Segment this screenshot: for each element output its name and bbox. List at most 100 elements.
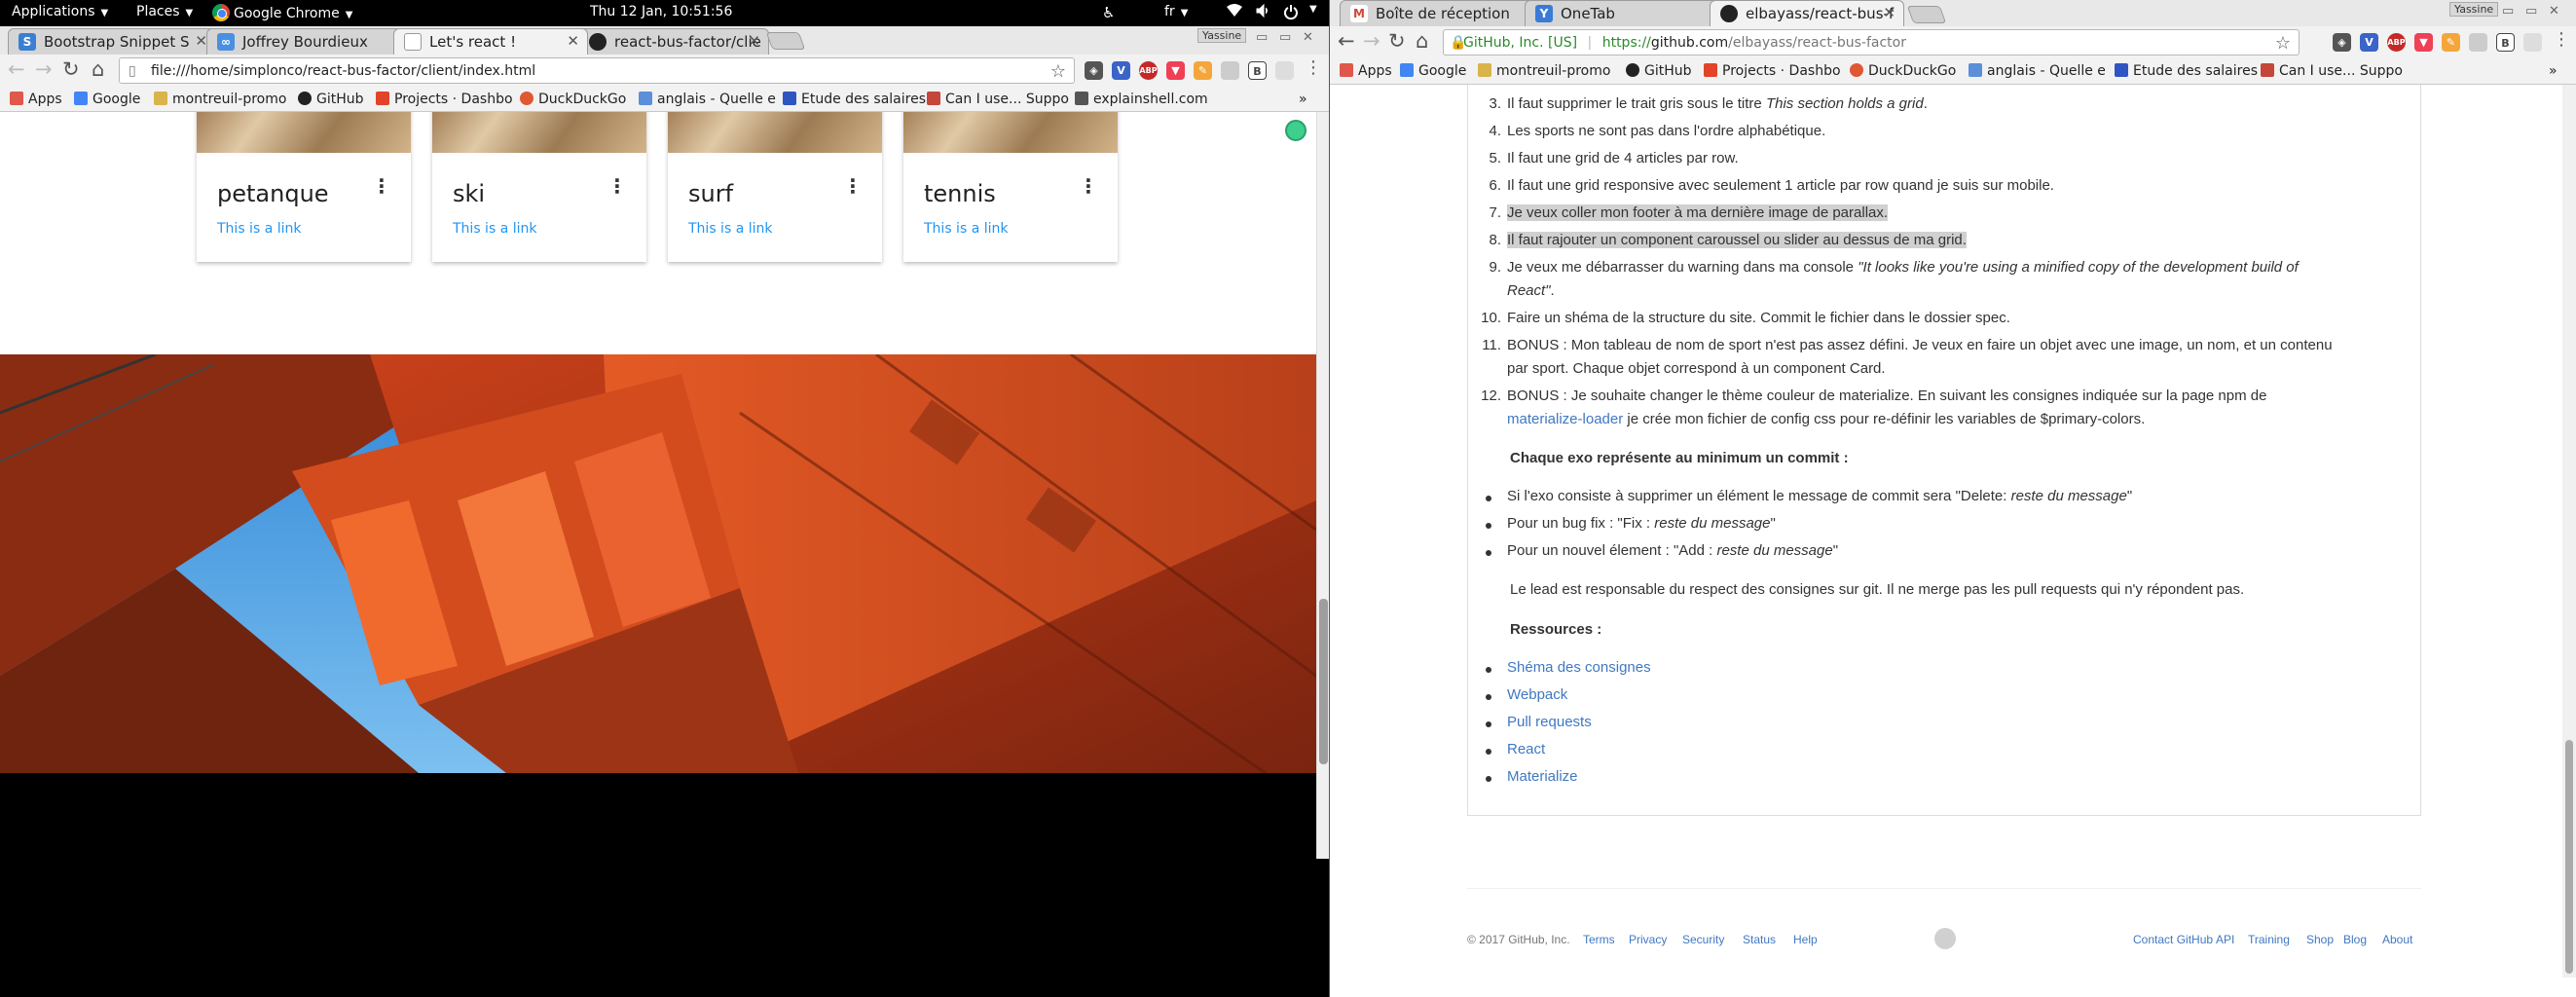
bookmark-montreuil[interactable]: montreuil-promo	[1478, 63, 1610, 79]
tab-onetab[interactable]: Y OneTab ✕	[1525, 0, 1731, 26]
reload-button[interactable]: ↻	[62, 57, 80, 81]
bookmark-caniuse[interactable]: Can I use... Suppo	[927, 92, 1069, 107]
card-link[interactable]: This is a link	[924, 221, 1008, 237]
bookmark-explainshell[interactable]: explainshell.com	[1075, 92, 1208, 107]
more-bookmarks[interactable]: »	[1299, 92, 1307, 107]
vue-devtools-icon[interactable]: V	[2360, 33, 2378, 52]
scrollbar-thumb[interactable]	[1319, 599, 1328, 764]
close-window-icon[interactable]: ✕	[2549, 4, 2559, 18]
pocket-save-icon[interactable]: ▼	[2414, 33, 2433, 52]
back-button[interactable]: ←	[8, 57, 25, 81]
bookmark-github[interactable]: GitHub	[298, 92, 364, 107]
footer-link-api[interactable]: API	[2216, 933, 2234, 946]
extension-icon[interactable]	[1275, 61, 1294, 80]
card-link[interactable]: This is a link	[217, 221, 301, 237]
address-bar[interactable]: ▯ file:///home/simplonco/react-bus-facto…	[119, 57, 1075, 84]
tab-bootstrap-snippet[interactable]: S Bootstrap Snippet S ✕	[8, 28, 216, 55]
back-button[interactable]: ←	[1338, 29, 1355, 53]
profile-badge[interactable]: Yassine	[2449, 2, 2499, 17]
close-icon[interactable]: ✕	[1883, 4, 1895, 21]
volume-icon[interactable]	[1256, 3, 1271, 21]
accessibility-icon[interactable]: ♿	[1102, 4, 1115, 21]
bookmark-google[interactable]: Google	[1400, 63, 1466, 79]
resource-link[interactable]: React	[1507, 741, 1545, 757]
applications-menu[interactable]: Applications ▼	[12, 4, 108, 19]
card-link[interactable]: This is a link	[688, 221, 772, 237]
footer-link-blog[interactable]: Blog	[2343, 933, 2367, 946]
forward-button[interactable]: →	[35, 57, 53, 81]
floating-widget-icon[interactable]	[1285, 120, 1306, 141]
extension-icon[interactable]	[2469, 33, 2487, 52]
bookmark-star-icon[interactable]: ☆	[1050, 61, 1066, 82]
materialize-loader-link[interactable]: materialize-loader	[1507, 411, 1623, 427]
resource-link[interactable]: Shéma des consignes	[1507, 659, 1651, 676]
resource-link[interactable]: Pull requests	[1507, 714, 1592, 730]
tools-icon[interactable]: ✎	[2442, 33, 2460, 52]
bookmark-caniuse[interactable]: Can I use... Suppo	[2261, 63, 2403, 79]
bookmark-projects[interactable]: Projects · Dashbo	[1704, 63, 1841, 79]
bookmark-google[interactable]: Google	[74, 92, 140, 107]
forward-button[interactable]: →	[1363, 29, 1380, 53]
home-button[interactable]: ⌂	[1416, 29, 1428, 53]
footer-link-help[interactable]: Help	[1793, 933, 1818, 946]
power-icon[interactable]	[1283, 4, 1299, 23]
menu-icon[interactable]: ⋮	[2553, 29, 2570, 50]
close-icon[interactable]: ✕	[567, 32, 579, 50]
bookmark-github[interactable]: GitHub	[1626, 63, 1692, 79]
pocket-icon[interactable]: ◈	[1085, 61, 1103, 80]
new-tab-button[interactable]	[765, 32, 806, 50]
bookmark-anglais[interactable]: anglais - Quelle e	[639, 92, 776, 107]
bootstrap-extension-icon[interactable]: B	[1248, 61, 1267, 80]
footer-link-training[interactable]: Training	[2248, 933, 2290, 946]
home-button[interactable]: ⌂	[92, 57, 104, 81]
tab-react-bus-factor[interactable]: react-bus-factor/clie ✕	[578, 28, 769, 55]
tools-icon[interactable]: ✎	[1194, 61, 1212, 80]
footer-link-privacy[interactable]: Privacy	[1629, 933, 1667, 946]
tab-gmail[interactable]: M Boîte de réception ✕	[1340, 0, 1546, 26]
bootstrap-extension-icon[interactable]: B	[2496, 33, 2515, 52]
bookmark-star-icon[interactable]: ☆	[2275, 33, 2291, 54]
bookmark-projects[interactable]: Projects · Dashbo	[376, 92, 513, 107]
active-app-menu[interactable]: Google Chrome ▼	[212, 4, 352, 21]
resource-link[interactable]: Materialize	[1507, 768, 1578, 785]
vue-devtools-icon[interactable]: V	[1112, 61, 1130, 80]
profile-badge[interactable]: Yassine	[1197, 28, 1247, 43]
bookmark-duckduckgo[interactable]: DuckDuckGo	[1850, 63, 1956, 79]
tab-lets-react[interactable]: Let's react ! ✕	[393, 28, 588, 55]
more-bookmarks[interactable]: »	[2549, 63, 2558, 79]
more-vert-icon[interactable]: ⋮	[372, 174, 391, 198]
maximize-icon[interactable]: ▭	[2525, 4, 2537, 18]
bookmark-anglais[interactable]: anglais - Quelle e	[1969, 63, 2106, 79]
footer-link-terms[interactable]: Terms	[1583, 933, 1615, 946]
bookmark-montreuil[interactable]: montreuil-promo	[154, 92, 286, 107]
scrollbar-thumb[interactable]	[2565, 740, 2573, 974]
extension-icon[interactable]	[1221, 61, 1239, 80]
bookmark-duckduckgo[interactable]: DuckDuckGo	[520, 92, 626, 107]
keyboard-layout[interactable]: fr ▼	[1164, 4, 1188, 19]
page-scrollbar[interactable]	[2562, 85, 2576, 978]
footer-link-contact[interactable]: Contact GitHub	[2133, 933, 2213, 946]
extension-icon[interactable]	[2523, 33, 2542, 52]
card-link[interactable]: This is a link	[453, 221, 536, 237]
more-vert-icon[interactable]: ⋮	[607, 174, 627, 198]
close-window-icon[interactable]: ✕	[1303, 30, 1313, 45]
github-logo-icon[interactable]	[1934, 928, 1956, 949]
wifi-icon[interactable]	[1227, 4, 1242, 21]
pocket-icon[interactable]: ◈	[2333, 33, 2351, 52]
more-vert-icon[interactable]: ⋮	[1079, 174, 1098, 198]
adblock-icon[interactable]: ABP	[2387, 33, 2406, 52]
close-icon[interactable]: ✕	[748, 32, 760, 50]
reload-button[interactable]: ↻	[1388, 29, 1406, 53]
caret-down-icon[interactable]: ▼	[1309, 4, 1317, 15]
more-vert-icon[interactable]: ⋮	[843, 174, 863, 198]
footer-link-about[interactable]: About	[2382, 933, 2412, 946]
bookmark-salaires[interactable]: Etude des salaires	[783, 92, 926, 107]
minimize-icon[interactable]: ▭	[1256, 30, 1268, 45]
tab-github-repo[interactable]: elbayass/react-bus-f ✕	[1710, 0, 1904, 26]
minimize-icon[interactable]: ▭	[2502, 4, 2514, 18]
adblock-icon[interactable]: ABP	[1139, 61, 1158, 80]
bookmark-salaires[interactable]: Etude des salaires	[2115, 63, 2258, 79]
page-scrollbar[interactable]	[1316, 112, 1329, 859]
footer-link-security[interactable]: Security	[1682, 933, 1724, 946]
footer-link-shop[interactable]: Shop	[2306, 933, 2334, 946]
